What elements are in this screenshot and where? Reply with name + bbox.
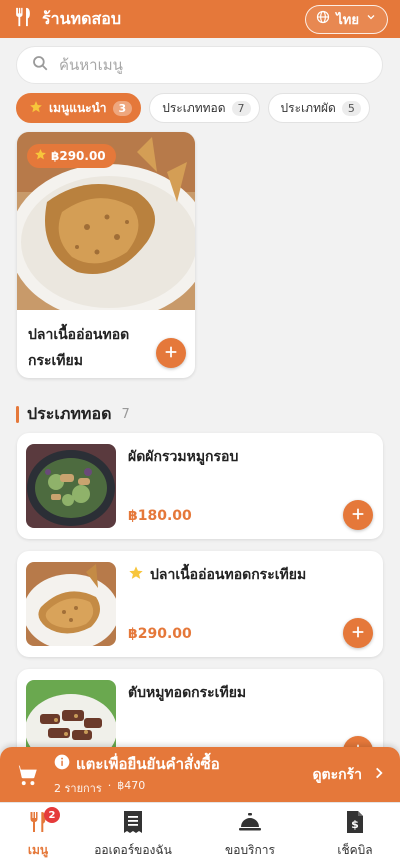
chevron-right-icon — [372, 766, 386, 784]
category-tabs: เมนูแนะนำ 3 ประเภททอด 7 ประเภทผัด 5 — [16, 93, 400, 123]
nav-label: ขอบริการ — [225, 843, 275, 857]
nav-check-bill[interactable]: $ เช็คบิล — [310, 803, 400, 866]
receipt-icon — [122, 810, 144, 837]
tab-recommended[interactable]: เมนูแนะนำ 3 — [16, 93, 142, 123]
dish-name-text: ปลาเนื้ออ่อนทอดกระเทียม — [150, 567, 307, 583]
search-bar[interactable] — [16, 46, 383, 84]
view-cart-button[interactable]: ดูตะกร้า — [312, 764, 386, 786]
nav-my-orders[interactable]: ออเดอร์ของฉัน — [76, 803, 190, 866]
dish-photo: ฿290.00 — [17, 132, 195, 320]
add-button[interactable] — [343, 618, 373, 648]
tab-label: เมนูแนะนำ — [49, 100, 107, 115]
dish-photo — [26, 562, 116, 646]
cart-bar[interactable]: แตะเพื่อยืนยันคำสั่งซื้อ 2 รายการ · ฿470… — [0, 747, 400, 802]
cart-count-badge: 2 — [44, 807, 60, 823]
plus-icon — [351, 624, 365, 643]
tab-label: ประเภททอด — [162, 100, 226, 115]
plus-icon — [351, 506, 365, 525]
tab-count: 5 — [341, 100, 361, 116]
language-selector[interactable]: ไทย — [305, 4, 388, 34]
bottom-navigation: 2 เมนู ออเดอร์ของฉัน ขอบริการ $ เช็คบิล — [0, 802, 400, 866]
dish-photo — [26, 444, 116, 528]
nav-label: ออเดอร์ของฉัน — [94, 843, 172, 857]
dish-price: ฿290.00 — [128, 626, 192, 642]
section-header: ประเภททอด 7 — [16, 402, 130, 427]
star-icon — [29, 100, 43, 117]
dish-name-text: ผัดผักรวมหมูกรอบ — [128, 449, 239, 465]
add-button[interactable] — [343, 500, 373, 530]
menu-item[interactable]: ปลาเนื้ออ่อนทอดกระเทียม ฿290.00 — [17, 551, 383, 657]
nav-icon-wrap — [238, 811, 262, 835]
dish-name: ตับหมูทอดกระเทียม — [128, 682, 246, 704]
tab-stir-fried[interactable]: ประเภทผัด 5 — [267, 93, 370, 123]
tab-count: 7 — [231, 100, 251, 116]
cart-total: ฿470 — [117, 779, 146, 792]
dish-name: ปลาเนื้ออ่อนทอดกระเทียม — [28, 327, 130, 369]
plus-icon — [164, 344, 178, 363]
tab-count: 3 — [112, 100, 133, 116]
svg-text:$: $ — [351, 818, 359, 831]
search-icon — [31, 54, 49, 76]
search-input[interactable] — [59, 56, 368, 74]
dish-name-text: ตับหมูทอดกระเทียม — [128, 685, 247, 701]
nav-label: เช็คบิล — [337, 843, 373, 857]
shopping-cart-icon — [14, 762, 40, 788]
bill-icon: $ — [345, 810, 365, 837]
price-badge: ฿290.00 — [27, 144, 116, 168]
section-count: 7 — [121, 407, 130, 422]
price-label: ฿290.00 — [51, 149, 106, 163]
recommended-card[interactable]: ฿290.00 ปลาเนื้ออ่อนทอดกระเทียม — [17, 132, 195, 378]
service-bell-icon — [238, 811, 262, 836]
cart-summary: แตะเพื่อยืนยันคำสั่งซื้อ 2 รายการ · ฿470 — [54, 752, 220, 797]
globe-icon — [316, 10, 330, 28]
language-label: ไทย — [336, 12, 359, 28]
app-header: ร้านทดสอบ ไทย — [0, 0, 400, 38]
section-accent-bar — [16, 406, 19, 423]
tab-fried[interactable]: ประเภททอด 7 — [149, 93, 260, 123]
nav-icon-wrap — [122, 810, 144, 837]
cart-separator: · — [107, 779, 112, 792]
fork-knife-icon — [12, 6, 34, 32]
cart-subtitle: 2 รายการ · ฿470 — [54, 779, 220, 797]
restaurant-logo: ร้านทดสอบ — [12, 6, 121, 32]
dish-name: ผัดผักรวมหมูกรอบ — [128, 446, 238, 468]
nav-menu[interactable]: 2 เมนู — [0, 803, 76, 866]
view-cart-label: ดูตะกร้า — [312, 766, 362, 783]
dish-name: ปลาเนื้ออ่อนทอดกระเทียม — [128, 564, 306, 586]
star-icon — [34, 148, 47, 164]
dish-price: ฿180.00 — [128, 508, 192, 524]
star-icon — [128, 565, 144, 585]
tab-label: ประเภทผัด — [280, 100, 336, 115]
nav-icon-wrap: 2 — [26, 807, 60, 835]
cart-title: แตะเพื่อยืนยันคำสั่งซื้อ — [54, 752, 220, 776]
menu-item[interactable]: ผัดผักรวมหมูกรอบ ฿180.00 — [17, 433, 383, 539]
nav-icon-wrap: $ — [345, 810, 365, 837]
restaurant-name: ร้านทดสอบ — [42, 8, 121, 28]
section-title: ประเภททอด — [27, 404, 112, 423]
cart-item-count: 2 รายการ — [54, 782, 102, 795]
info-icon — [54, 754, 70, 774]
cart-title-text: แตะเพื่อยืนยันคำสั่งซื้อ — [76, 755, 220, 773]
nav-label: เมนู — [27, 843, 49, 857]
chevron-down-icon — [365, 11, 377, 27]
nav-request-service[interactable]: ขอบริการ — [190, 803, 310, 866]
add-button[interactable] — [156, 338, 186, 368]
